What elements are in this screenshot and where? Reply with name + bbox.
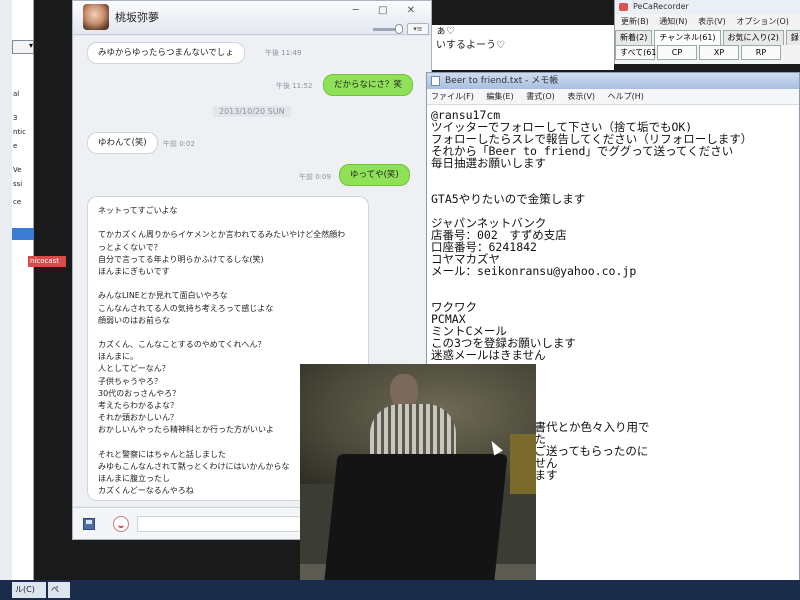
text-line: 毎日抽選お願いします bbox=[431, 156, 546, 170]
message-bubble: ゆってや(笑) bbox=[339, 164, 410, 186]
tab-recording[interactable]: 録 bbox=[785, 30, 800, 45]
notepad-icon bbox=[431, 76, 440, 86]
fragment-text: ssi bbox=[13, 180, 23, 188]
menu-update[interactable]: 更新(B) bbox=[621, 17, 649, 26]
menu-notify[interactable]: 通知(N) bbox=[659, 17, 687, 26]
fragment-text: Ve bbox=[13, 166, 22, 174]
background-window-panel: ▾ al 3 ntic e Ve ssi ce bbox=[12, 0, 34, 590]
message-line: みんなLINEとか見れて面白いやろな bbox=[98, 291, 228, 301]
message-bubble: ゆわんて(笑) bbox=[87, 132, 158, 154]
menu-options[interactable]: オプション(O) bbox=[736, 17, 789, 26]
selected-row[interactable] bbox=[12, 228, 34, 240]
chat-menu-button[interactable]: ▾≡ bbox=[407, 23, 429, 35]
taskbar-item[interactable]: ル(C) bbox=[12, 582, 46, 598]
text-line: 迷惑メールはきません bbox=[431, 348, 546, 362]
background-text-line: ぁ♡ bbox=[436, 26, 455, 37]
background-dropdown[interactable]: ▾ bbox=[12, 40, 34, 54]
message-line: ほんまにぎもいです bbox=[98, 266, 170, 276]
tab-favorites[interactable]: お気に入り(2) bbox=[722, 30, 784, 45]
webcam-object bbox=[510, 434, 536, 494]
fragment-text: ntic bbox=[13, 128, 26, 136]
message-line: っとよくないで？ bbox=[98, 242, 162, 252]
webcam-feed bbox=[300, 364, 536, 600]
fragment-text: 3 bbox=[13, 114, 18, 122]
tab-new[interactable]: 新着(2) bbox=[615, 30, 653, 45]
message-line: こんなんされてる人の気持ち考えろって感じよな bbox=[98, 303, 274, 313]
tab-channels[interactable]: チャンネル(61) bbox=[654, 30, 721, 45]
message-line: カズくん、こんなことするのやめてくれへん？ bbox=[98, 340, 266, 350]
pecarecorder-subtabs: すべて(61) CP XP RP bbox=[615, 45, 800, 60]
window-controls[interactable]: ─ □ ✕ bbox=[353, 5, 423, 16]
fragment-text: ce bbox=[13, 198, 22, 206]
date-separator: 2013/10/20 SUN bbox=[213, 106, 291, 117]
message-bubble: みゆからゆったらつまんないでしょ bbox=[87, 42, 245, 64]
message-line: てかカズくん周りからイケメンとか言われてるみたいやけど全然顔わ bbox=[98, 230, 346, 240]
menu-file[interactable]: ファイル(F) bbox=[431, 92, 474, 101]
pecarecorder-window: PeCaRecorder 更新(B) 通知(N) 表示(V) オプション(O) … bbox=[614, 0, 800, 64]
notepad-title: Beer to friend.txt - メモ帳 bbox=[445, 76, 559, 86]
notepad-title-bar: Beer to friend.txt - メモ帳 bbox=[427, 73, 799, 89]
contact-name: 桃坂弥夢 bbox=[115, 11, 159, 24]
save-icon[interactable] bbox=[83, 518, 95, 530]
message-line: 自分で言ってる年より明らかふけてるしな(笑) bbox=[98, 254, 264, 264]
volume-slider-handle[interactable] bbox=[395, 24, 403, 34]
text-line: メール：seikonransu@yahoo.co.jp bbox=[431, 264, 637, 278]
desktop: ▾ al 3 ntic e Ve ssi ce nicocast 桃坂弥夢 ─ … bbox=[0, 0, 800, 600]
message-line: ネットってすごいよな bbox=[98, 206, 178, 215]
text-line bbox=[431, 289, 797, 301]
sticker-icon[interactable] bbox=[113, 516, 129, 532]
subtab-rp[interactable]: RP bbox=[741, 45, 781, 60]
subtab-cp[interactable]: CP bbox=[657, 45, 697, 60]
menu-view[interactable]: 表示(V) bbox=[567, 92, 595, 101]
menu-help[interactable]: ヘルプ(H) bbox=[608, 92, 644, 101]
fragment-text: al bbox=[13, 90, 20, 98]
message-time: 午後 11:49 bbox=[265, 49, 302, 57]
webcam-chair bbox=[322, 454, 508, 600]
message-time: 午前 0:09 bbox=[299, 173, 331, 181]
menu-format[interactable]: 書式(O) bbox=[526, 92, 555, 101]
background-text: ぁ♡ いするよーう♡ bbox=[432, 25, 614, 70]
menu-edit[interactable]: 編集(E) bbox=[486, 92, 513, 101]
avatar[interactable] bbox=[83, 4, 109, 30]
nicocast-tag: nicocast bbox=[28, 256, 66, 267]
message-time: 午後 11:52 bbox=[276, 82, 313, 90]
message-line bbox=[98, 217, 358, 229]
chat-header: 桃坂弥夢 ─ □ ✕ ▾≡ bbox=[73, 1, 431, 35]
text-line bbox=[431, 169, 797, 181]
subtab-all[interactable]: すべて(61) bbox=[615, 45, 660, 60]
person-head bbox=[390, 374, 418, 408]
menu-view[interactable]: 表示(V) bbox=[698, 17, 726, 26]
pecarecorder-menu: 更新(B) 通知(N) 表示(V) オプション(O) bbox=[615, 14, 800, 30]
pecarecorder-title: PeCaRecorder bbox=[615, 0, 800, 14]
taskbar: ル(C) ぺ bbox=[0, 580, 800, 600]
message-bubble: だからなにさ？笑 bbox=[323, 74, 413, 96]
pecarecorder-tabs: 新着(2) チャンネル(61) お気に入り(2) 録 bbox=[615, 30, 800, 45]
message-line: 顔弱いのはお前らな bbox=[98, 315, 170, 325]
fragment-text: e bbox=[13, 142, 18, 150]
text-line: ワクワク bbox=[431, 300, 477, 314]
message-line: ほんまに。 bbox=[98, 352, 138, 362]
taskbar-item[interactable]: ぺ bbox=[48, 582, 70, 598]
background-text-line: いするよーう♡ bbox=[436, 40, 505, 51]
subtab-xp[interactable]: XP bbox=[699, 45, 739, 60]
notepad-menu: ファイル(F) 編集(E) 書式(O) 表示(V) ヘルプ(H) bbox=[427, 89, 799, 105]
message-line bbox=[98, 327, 358, 339]
text-line bbox=[431, 277, 797, 289]
message-line bbox=[98, 278, 358, 290]
message-time: 午前 0:02 bbox=[163, 140, 195, 148]
text-line: GTA5やりたいので金策します bbox=[431, 192, 586, 206]
